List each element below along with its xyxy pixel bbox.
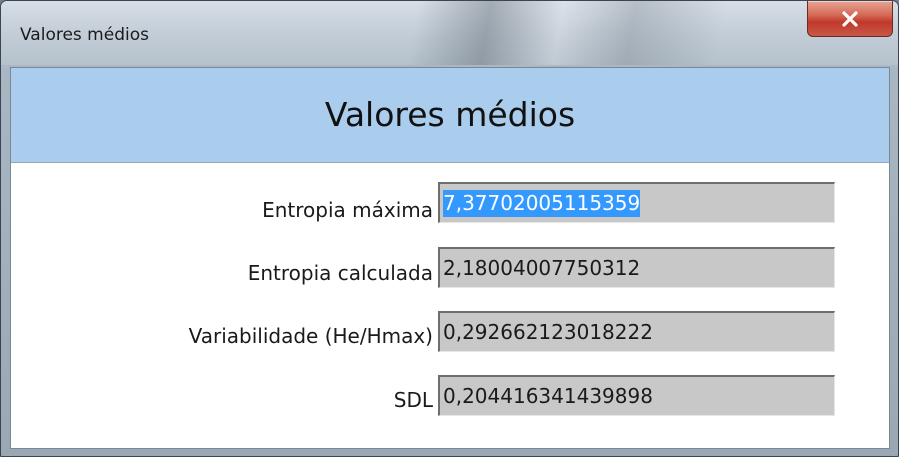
- field-entropia-maxima[interactable]: 7,37702005115359: [438, 182, 835, 223]
- page-title: Valores médios: [324, 94, 576, 134]
- field-value: 7,37702005115359: [443, 190, 641, 217]
- field-value: 0,204416341439898: [443, 384, 653, 408]
- window-title: Valores médios: [20, 25, 149, 45]
- field-variabilidade[interactable]: 0,292662123018222: [438, 311, 835, 352]
- dialog-window: Valores médios Valores médios Entropia m…: [0, 0, 899, 457]
- field-value: 2,18004007750312: [443, 256, 641, 280]
- title-bar[interactable]: Valores médios: [1, 1, 898, 65]
- label-entropia-calculada: Entropia calculada: [247, 261, 433, 285]
- label-variabilidade: Variabilidade (He/Hmax): [188, 324, 433, 348]
- close-icon: [842, 10, 858, 27]
- dialog-content: Valores médios Entropia máxima 7,3770200…: [10, 67, 890, 449]
- field-value: 0,292662123018222: [443, 320, 653, 344]
- label-sdl: SDL: [393, 388, 433, 412]
- field-sdl[interactable]: 0,204416341439898: [438, 375, 835, 416]
- label-entropia-maxima: Entropia máxima: [262, 198, 433, 222]
- field-entropia-calculada[interactable]: 2,18004007750312: [438, 247, 835, 288]
- close-button[interactable]: [807, 1, 893, 37]
- header-banner: Valores médios: [11, 68, 889, 163]
